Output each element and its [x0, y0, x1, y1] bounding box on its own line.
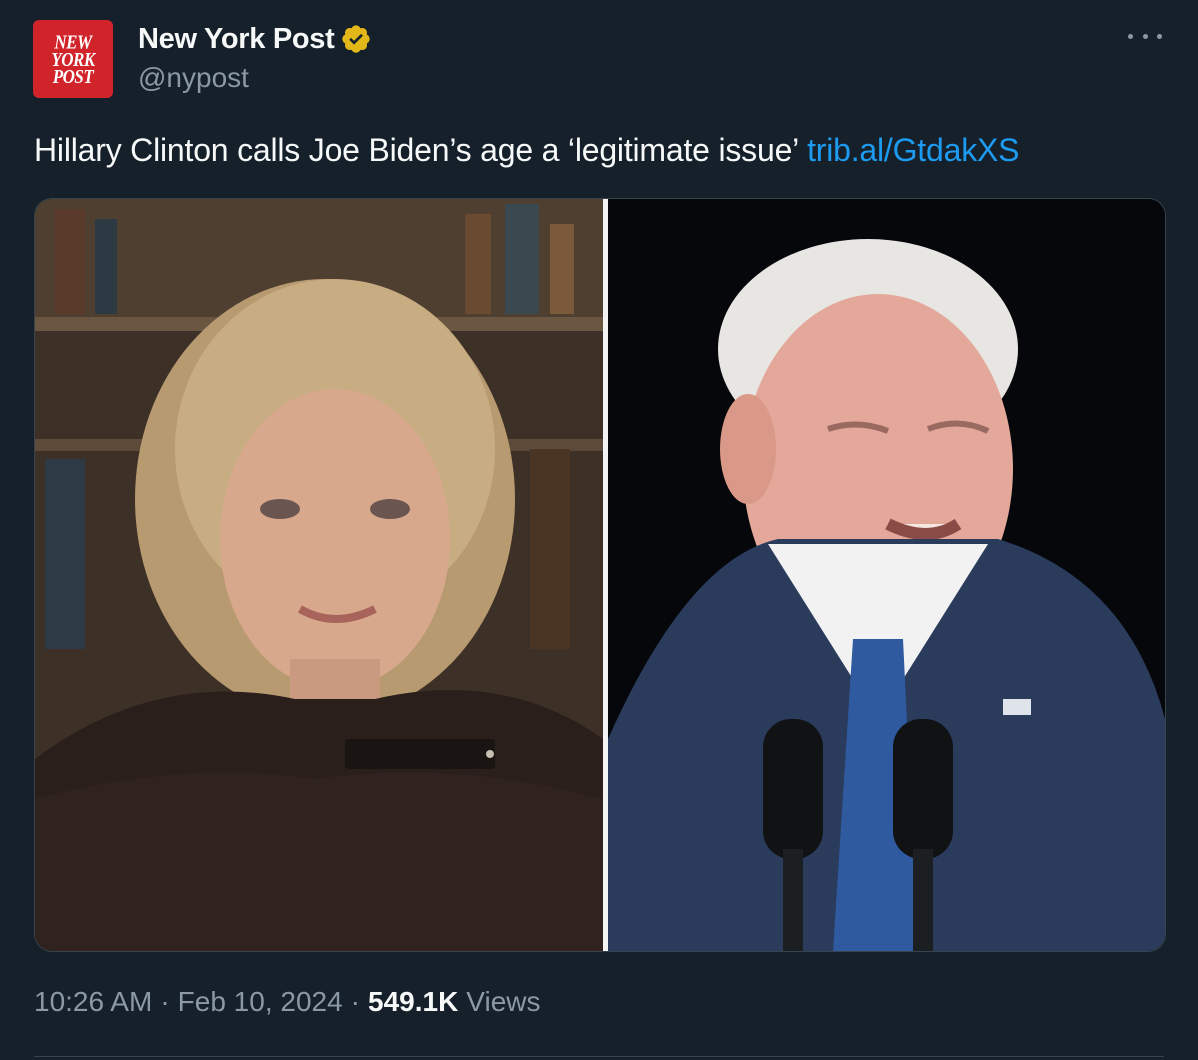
dot-icon: [1142, 33, 1148, 39]
tweet-text: Hillary Clinton calls Joe Biden’s age a …: [34, 130, 1164, 170]
tweet-link[interactable]: trib.al/GtdakXS: [807, 132, 1019, 168]
logo-line-3: POST: [52, 65, 94, 88]
tweet-time[interactable]: 10:26 AM: [34, 986, 152, 1018]
meta-separator: ·: [350, 986, 360, 1017]
author-handle[interactable]: @nypost: [138, 62, 249, 94]
nypost-logo: NEW YORK POST: [51, 32, 95, 88]
display-name[interactable]: New York Post: [138, 23, 335, 56]
more-options-icon[interactable]: [1128, 24, 1162, 48]
tweet-date[interactable]: Feb 10, 2024: [178, 986, 343, 1018]
dot-icon: [1128, 33, 1133, 39]
meta-separator: ·: [160, 986, 170, 1017]
photo-left-image: [35, 199, 603, 951]
photo-right[interactable]: [608, 199, 1165, 951]
views-count[interactable]: 549.1K: [368, 986, 458, 1018]
photo-right-image: [608, 199, 1165, 951]
tweet-card: NEW YORK POST New York Post @nypost Hill…: [0, 0, 1198, 1060]
tweet-media[interactable]: [34, 198, 1166, 952]
avatar[interactable]: NEW YORK POST: [33, 20, 113, 98]
photo-left[interactable]: [35, 199, 603, 951]
divider-line: [34, 1056, 1164, 1057]
verified-badge-icon[interactable]: [340, 23, 372, 55]
tweet-meta: 10:26 AM · Feb 10, 2024 · 549.1K Views: [34, 986, 540, 1018]
dot-icon: [1157, 33, 1162, 39]
tweet-body: Hillary Clinton calls Joe Biden’s age a …: [34, 132, 800, 168]
views-label: Views: [466, 986, 541, 1017]
author-name-row: New York Post: [138, 22, 372, 56]
